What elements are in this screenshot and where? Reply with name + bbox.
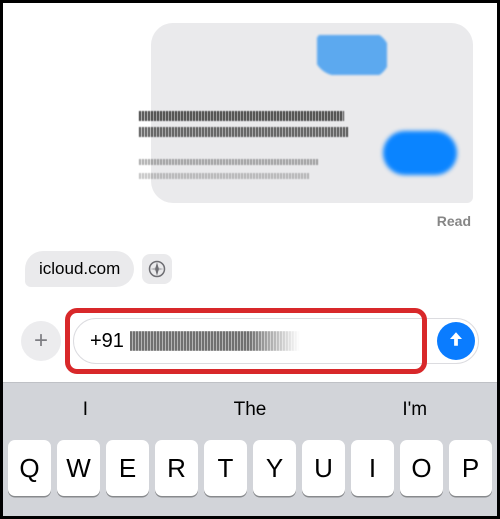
key-t[interactable]: T bbox=[204, 440, 247, 496]
redacted-text bbox=[139, 127, 349, 137]
link-preview-pill[interactable]: icloud.com bbox=[25, 251, 134, 287]
suggestion-1[interactable]: I bbox=[3, 399, 168, 421]
key-r[interactable]: R bbox=[155, 440, 198, 496]
compose-row: + +91 bbox=[21, 303, 479, 379]
keyboard: I The I'm Q W E R T Y U I O P bbox=[3, 382, 497, 516]
key-p[interactable]: P bbox=[449, 440, 492, 496]
key-e[interactable]: E bbox=[106, 440, 149, 496]
key-u[interactable]: U bbox=[302, 440, 345, 496]
key-o[interactable]: O bbox=[400, 440, 443, 496]
link-preview-row: icloud.com bbox=[25, 251, 172, 287]
messages-thread: Read bbox=[3, 3, 497, 248]
redacted-phone-number bbox=[130, 331, 300, 351]
keyboard-suggestions: I The I'm bbox=[3, 383, 497, 437]
safari-compass-icon[interactable] bbox=[142, 254, 172, 284]
message-input[interactable]: +91 bbox=[73, 318, 479, 364]
arrow-up-icon bbox=[447, 329, 465, 354]
read-receipt: Read bbox=[437, 213, 471, 229]
redacted-image-right bbox=[383, 131, 457, 175]
key-i[interactable]: I bbox=[351, 440, 394, 496]
plus-icon: + bbox=[34, 327, 48, 355]
keyboard-row-1: Q W E R T Y U I O P bbox=[3, 437, 497, 499]
key-y[interactable]: Y bbox=[253, 440, 296, 496]
add-attachment-button[interactable]: + bbox=[21, 321, 61, 361]
suggestion-3[interactable]: I'm bbox=[332, 399, 497, 421]
key-w[interactable]: W bbox=[57, 440, 100, 496]
redacted-text bbox=[139, 159, 319, 165]
send-button[interactable] bbox=[437, 322, 475, 360]
key-q[interactable]: Q bbox=[8, 440, 51, 496]
suggestion-2[interactable]: The bbox=[168, 399, 333, 421]
message-input-text: +91 bbox=[90, 330, 124, 353]
redacted-text bbox=[139, 111, 344, 121]
redacted-image-top bbox=[317, 35, 387, 75]
redacted-text bbox=[139, 173, 309, 179]
